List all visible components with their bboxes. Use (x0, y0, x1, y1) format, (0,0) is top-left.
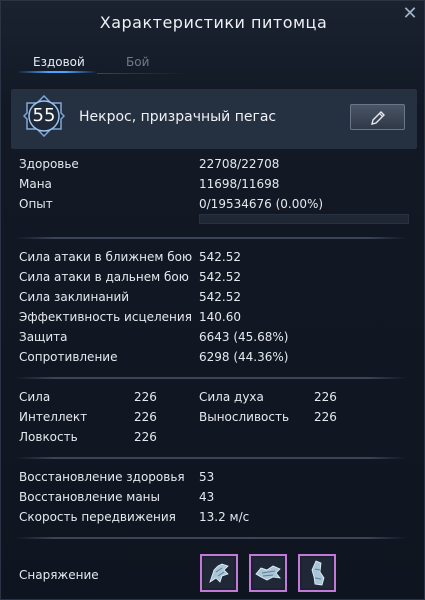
tab-mount[interactable]: Ездовой (33, 55, 85, 69)
divider (15, 537, 407, 539)
pencil-icon (371, 111, 385, 125)
pet-header: 55 Некрос, призрачный пегас (11, 89, 417, 149)
pet-stats-window: Характеристики питомца ✕ Ездовой Бой 55 … (0, 0, 425, 600)
armor-body-icon (253, 558, 283, 588)
close-icon[interactable]: ✕ (402, 5, 418, 23)
spell-power-label: Сила заклинаний (19, 290, 130, 304)
mana-value: 11698/11698 (199, 177, 280, 191)
spell-power-value: 542.52 (199, 290, 241, 304)
strength-label: Сила (19, 390, 51, 404)
ranged-power-label: Сила атаки в дальнем бою (19, 270, 189, 284)
agility-label: Ловкость (19, 430, 78, 444)
healing-value: 140.60 (199, 310, 241, 324)
active-tab-indicator (17, 71, 97, 73)
resistance-value: 6298 (44.36%) (199, 350, 289, 364)
rename-button[interactable] (350, 104, 405, 130)
health-regen-value: 53 (199, 470, 215, 484)
stamina-value: 226 (314, 410, 337, 424)
exp-value: 0/19534676 (0.00%) (199, 197, 324, 211)
spirit-value: 226 (314, 390, 337, 404)
healing-label: Эффективность исцеления (19, 310, 192, 324)
intellect-value: 226 (134, 410, 157, 424)
health-value: 22708/22708 (199, 157, 280, 171)
stamina-label: Выносливость (199, 410, 290, 424)
divider (15, 377, 407, 379)
armor-head-icon (204, 558, 234, 588)
mana-regen-value: 43 (199, 490, 215, 504)
equipment-slot-2[interactable] (249, 554, 287, 592)
melee-power-label: Сила атаки в ближнем бою (19, 250, 193, 264)
health-label: Здоровье (19, 157, 79, 171)
tab-divider (97, 73, 187, 74)
move-speed-value: 13.2 м/с (199, 510, 250, 524)
exp-label: Опыт (19, 197, 53, 211)
move-speed-label: Скорость передвижения (19, 510, 176, 524)
equipment-slot-3[interactable] (298, 554, 336, 592)
agility-value: 226 (134, 430, 157, 444)
melee-power-value: 542.52 (199, 250, 241, 264)
tab-combat[interactable]: Бой (126, 55, 149, 69)
divider (15, 457, 407, 459)
resistance-label: Сопротивление (19, 350, 118, 364)
armor-leg-icon (302, 558, 332, 588)
window-title: Характеристики питомца (99, 13, 328, 32)
spirit-label: Сила духа (199, 390, 264, 404)
defense-value: 6643 (45.68%) (199, 330, 289, 344)
strength-value: 226 (134, 390, 157, 404)
equipment-label: Снаряжение (19, 568, 99, 582)
mana-regen-label: Восстановление маны (19, 490, 160, 504)
level-badge: 55 (22, 94, 66, 138)
pet-name: Некрос, призрачный пегас (79, 109, 277, 125)
defense-label: Защита (19, 330, 68, 344)
ranged-power-value: 542.52 (199, 270, 241, 284)
pet-level: 55 (32, 105, 56, 126)
exp-progress-bar (199, 214, 409, 224)
intellect-label: Интеллект (19, 410, 88, 424)
equipment-slot-1[interactable] (200, 554, 238, 592)
health-regen-label: Восстановление здоровья (19, 470, 185, 484)
divider (15, 237, 407, 239)
mana-label: Мана (19, 177, 52, 191)
